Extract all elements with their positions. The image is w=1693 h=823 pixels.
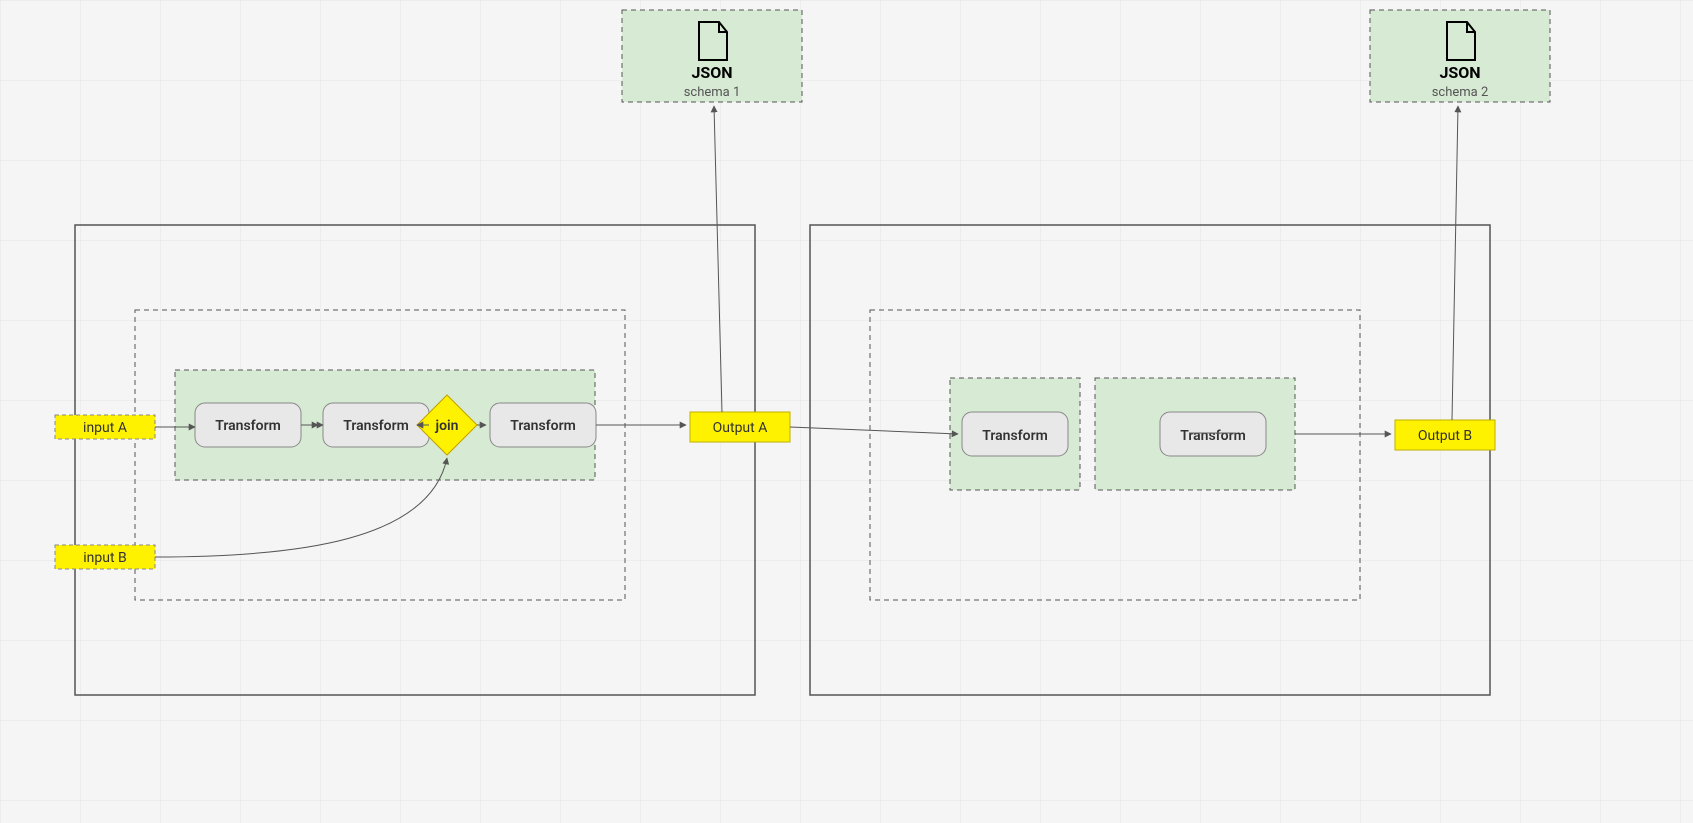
diagram-canvas[interactable]: JSON schema 1 JSON schema 2 Transform Tr… [0,0,1693,823]
schema-1-icon-label: JSON [691,63,732,82]
transform-node-2a[interactable]: Transform [962,412,1068,456]
svg-text:Transform: Transform [982,428,1048,444]
schema-1-box[interactable]: JSON schema 1 [622,10,802,102]
schema-2-icon-label: JSON [1439,63,1480,82]
svg-text:join: join [435,418,459,434]
svg-text:Transform: Transform [215,418,281,434]
input-a-node[interactable]: input A [55,415,155,439]
svg-text:input A: input A [83,420,127,436]
svg-text:input B: input B [83,550,127,566]
transform-node-1b[interactable]: Transform [323,403,429,447]
svg-text:Transform: Transform [1180,428,1246,444]
svg-text:Output B: Output B [1418,428,1472,444]
transform-node-1c[interactable]: Transform [490,403,596,447]
output-a-node[interactable]: Output A [690,412,790,442]
transform-node-1a[interactable]: Transform [195,403,301,447]
svg-text:Output A: Output A [713,420,768,436]
svg-text:Transform: Transform [343,418,409,434]
schema-2-box[interactable]: JSON schema 2 [1370,10,1550,102]
input-b-node[interactable]: input B [55,545,155,569]
schema-2-caption: schema 2 [1432,85,1489,100]
output-b-node[interactable]: Output B [1395,420,1495,450]
transform-node-2b[interactable]: Transform [1160,412,1266,456]
svg-text:Transform: Transform [510,418,576,434]
schema-1-caption: schema 1 [684,85,741,100]
